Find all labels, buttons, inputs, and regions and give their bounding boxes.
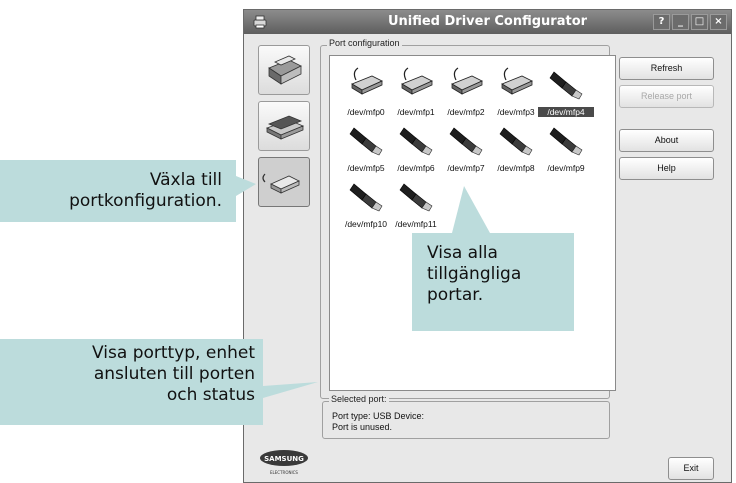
pointer-ports bbox=[452, 186, 490, 233]
pointer-switch bbox=[236, 176, 256, 196]
callout-pointers bbox=[236, 176, 490, 398]
pointer-info bbox=[263, 382, 318, 398]
